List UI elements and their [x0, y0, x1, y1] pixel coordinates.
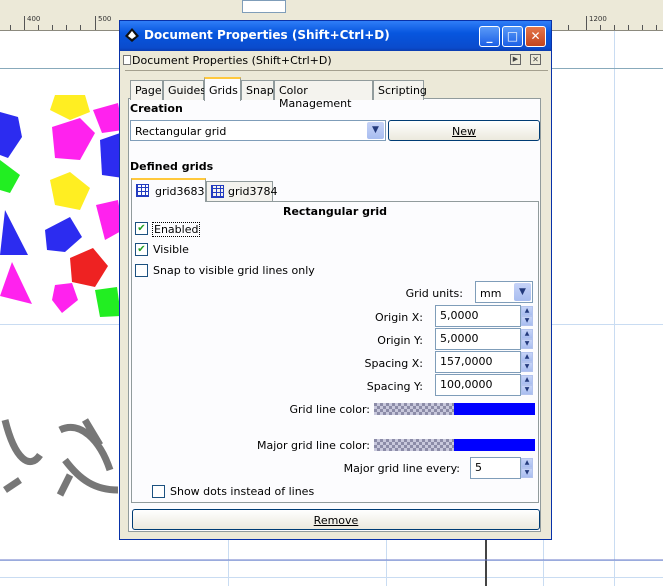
- dialog-title-bar[interactable]: Document Properties (Shift+Ctrl+D) _ □ ✕: [120, 21, 551, 51]
- major-grid-line-every-input[interactable]: 5: [470, 457, 521, 479]
- ruler-label-1200: 1200: [589, 15, 607, 23]
- major-grid-line-color-label: Major grid line color:: [256, 439, 370, 452]
- defined-grids-heading: Defined grids: [130, 160, 214, 173]
- origin-x-label: Origin X:: [375, 311, 423, 324]
- tab-color-management[interactable]: Color Management: [274, 80, 373, 110]
- snap-visible-label[interactable]: Snap to visible grid lines only: [153, 264, 315, 277]
- close-button[interactable]: ✕: [525, 26, 546, 47]
- grid-tab-grid3683[interactable]: grid3683: [131, 178, 206, 202]
- new-grid-button[interactable]: New: [388, 120, 540, 141]
- origin-x-input[interactable]: 5,0000: [435, 305, 521, 327]
- major-grid-line-color-button[interactable]: [374, 439, 535, 451]
- dialog-title: Document Properties (Shift+Ctrl+D): [144, 28, 390, 42]
- grid-line-color-swatch: [454, 403, 535, 415]
- spacing-y-label: Spacing Y:: [366, 380, 423, 393]
- rectangular-grid-heading: Rectangular grid: [282, 205, 388, 218]
- grid-icon: [136, 184, 149, 197]
- enabled-label[interactable]: Enabled: [152, 222, 201, 237]
- show-dots-label[interactable]: Show dots instead of lines: [170, 485, 314, 498]
- spacing-x-input[interactable]: 157,0000: [435, 351, 521, 373]
- dock-header: Document Properties (Shift+Ctrl+D) ▶ ✕: [123, 52, 548, 71]
- dock-toggle-icon[interactable]: ▶: [510, 54, 521, 65]
- grid-units-select[interactable]: mm ▼: [475, 281, 533, 303]
- grid-icon: [211, 185, 224, 198]
- toolbar-field[interactable]: [242, 0, 286, 13]
- spacing-x-label: Spacing X:: [364, 357, 423, 370]
- creation-heading: Creation: [130, 102, 183, 115]
- grid-tab-grid3784[interactable]: grid3784: [206, 181, 278, 201]
- remove-grid-button[interactable]: Remove: [132, 509, 540, 530]
- tab-page[interactable]: Page: [130, 80, 163, 100]
- top-toolbar: [0, 0, 663, 15]
- inkscape-logo-icon: [125, 28, 139, 42]
- grid-units-label: Grid units:: [405, 287, 463, 300]
- enabled-checkbox[interactable]: ✔: [135, 222, 148, 235]
- minimize-button[interactable]: _: [479, 26, 500, 47]
- chevron-down-icon: ▼: [367, 122, 384, 139]
- visible-label[interactable]: Visible: [153, 243, 189, 256]
- origin-x-stepper[interactable]: ▲ ▼: [521, 306, 533, 326]
- grid-type-select[interactable]: Rectangular grid ▼: [130, 120, 386, 141]
- tab-snap[interactable]: Snap: [241, 80, 274, 100]
- ruler-label-500: 500: [98, 15, 112, 23]
- origin-y-stepper[interactable]: ▲ ▼: [521, 329, 533, 349]
- grid-line-color-button[interactable]: [374, 403, 535, 415]
- dock-icon: [123, 55, 131, 65]
- dock-title: Document Properties (Shift+Ctrl+D): [132, 54, 332, 67]
- origin-y-label: Origin Y:: [377, 334, 423, 347]
- document-properties-dialog: Document Properties (Shift+Ctrl+D) _ □ ✕…: [119, 20, 552, 540]
- visible-checkbox[interactable]: ✔: [135, 243, 148, 256]
- spacing-x-stepper[interactable]: ▲ ▼: [521, 352, 533, 372]
- major-grid-line-color-swatch: [454, 439, 535, 451]
- dock-close-icon[interactable]: ✕: [530, 54, 541, 65]
- grid-line-color-label: Grid line color:: [289, 403, 370, 416]
- tab-grids[interactable]: Grids: [204, 77, 241, 101]
- spacing-y-stepper[interactable]: ▲ ▼: [521, 375, 533, 395]
- ruler-label-400: 400: [27, 15, 41, 23]
- snap-visible-checkbox[interactable]: [135, 264, 148, 277]
- show-dots-checkbox[interactable]: [152, 485, 165, 498]
- major-grid-line-every-label: Major grid line every:: [343, 462, 460, 475]
- tab-scripting[interactable]: Scripting: [373, 80, 427, 100]
- major-grid-line-every-stepper[interactable]: ▲ ▼: [521, 458, 533, 478]
- maximize-button[interactable]: □: [502, 26, 523, 47]
- spacing-y-input[interactable]: 100,0000: [435, 374, 521, 396]
- origin-y-input[interactable]: 5,0000: [435, 328, 521, 350]
- chevron-down-icon: ▼: [514, 283, 531, 301]
- tab-guides[interactable]: Guides: [163, 80, 206, 100]
